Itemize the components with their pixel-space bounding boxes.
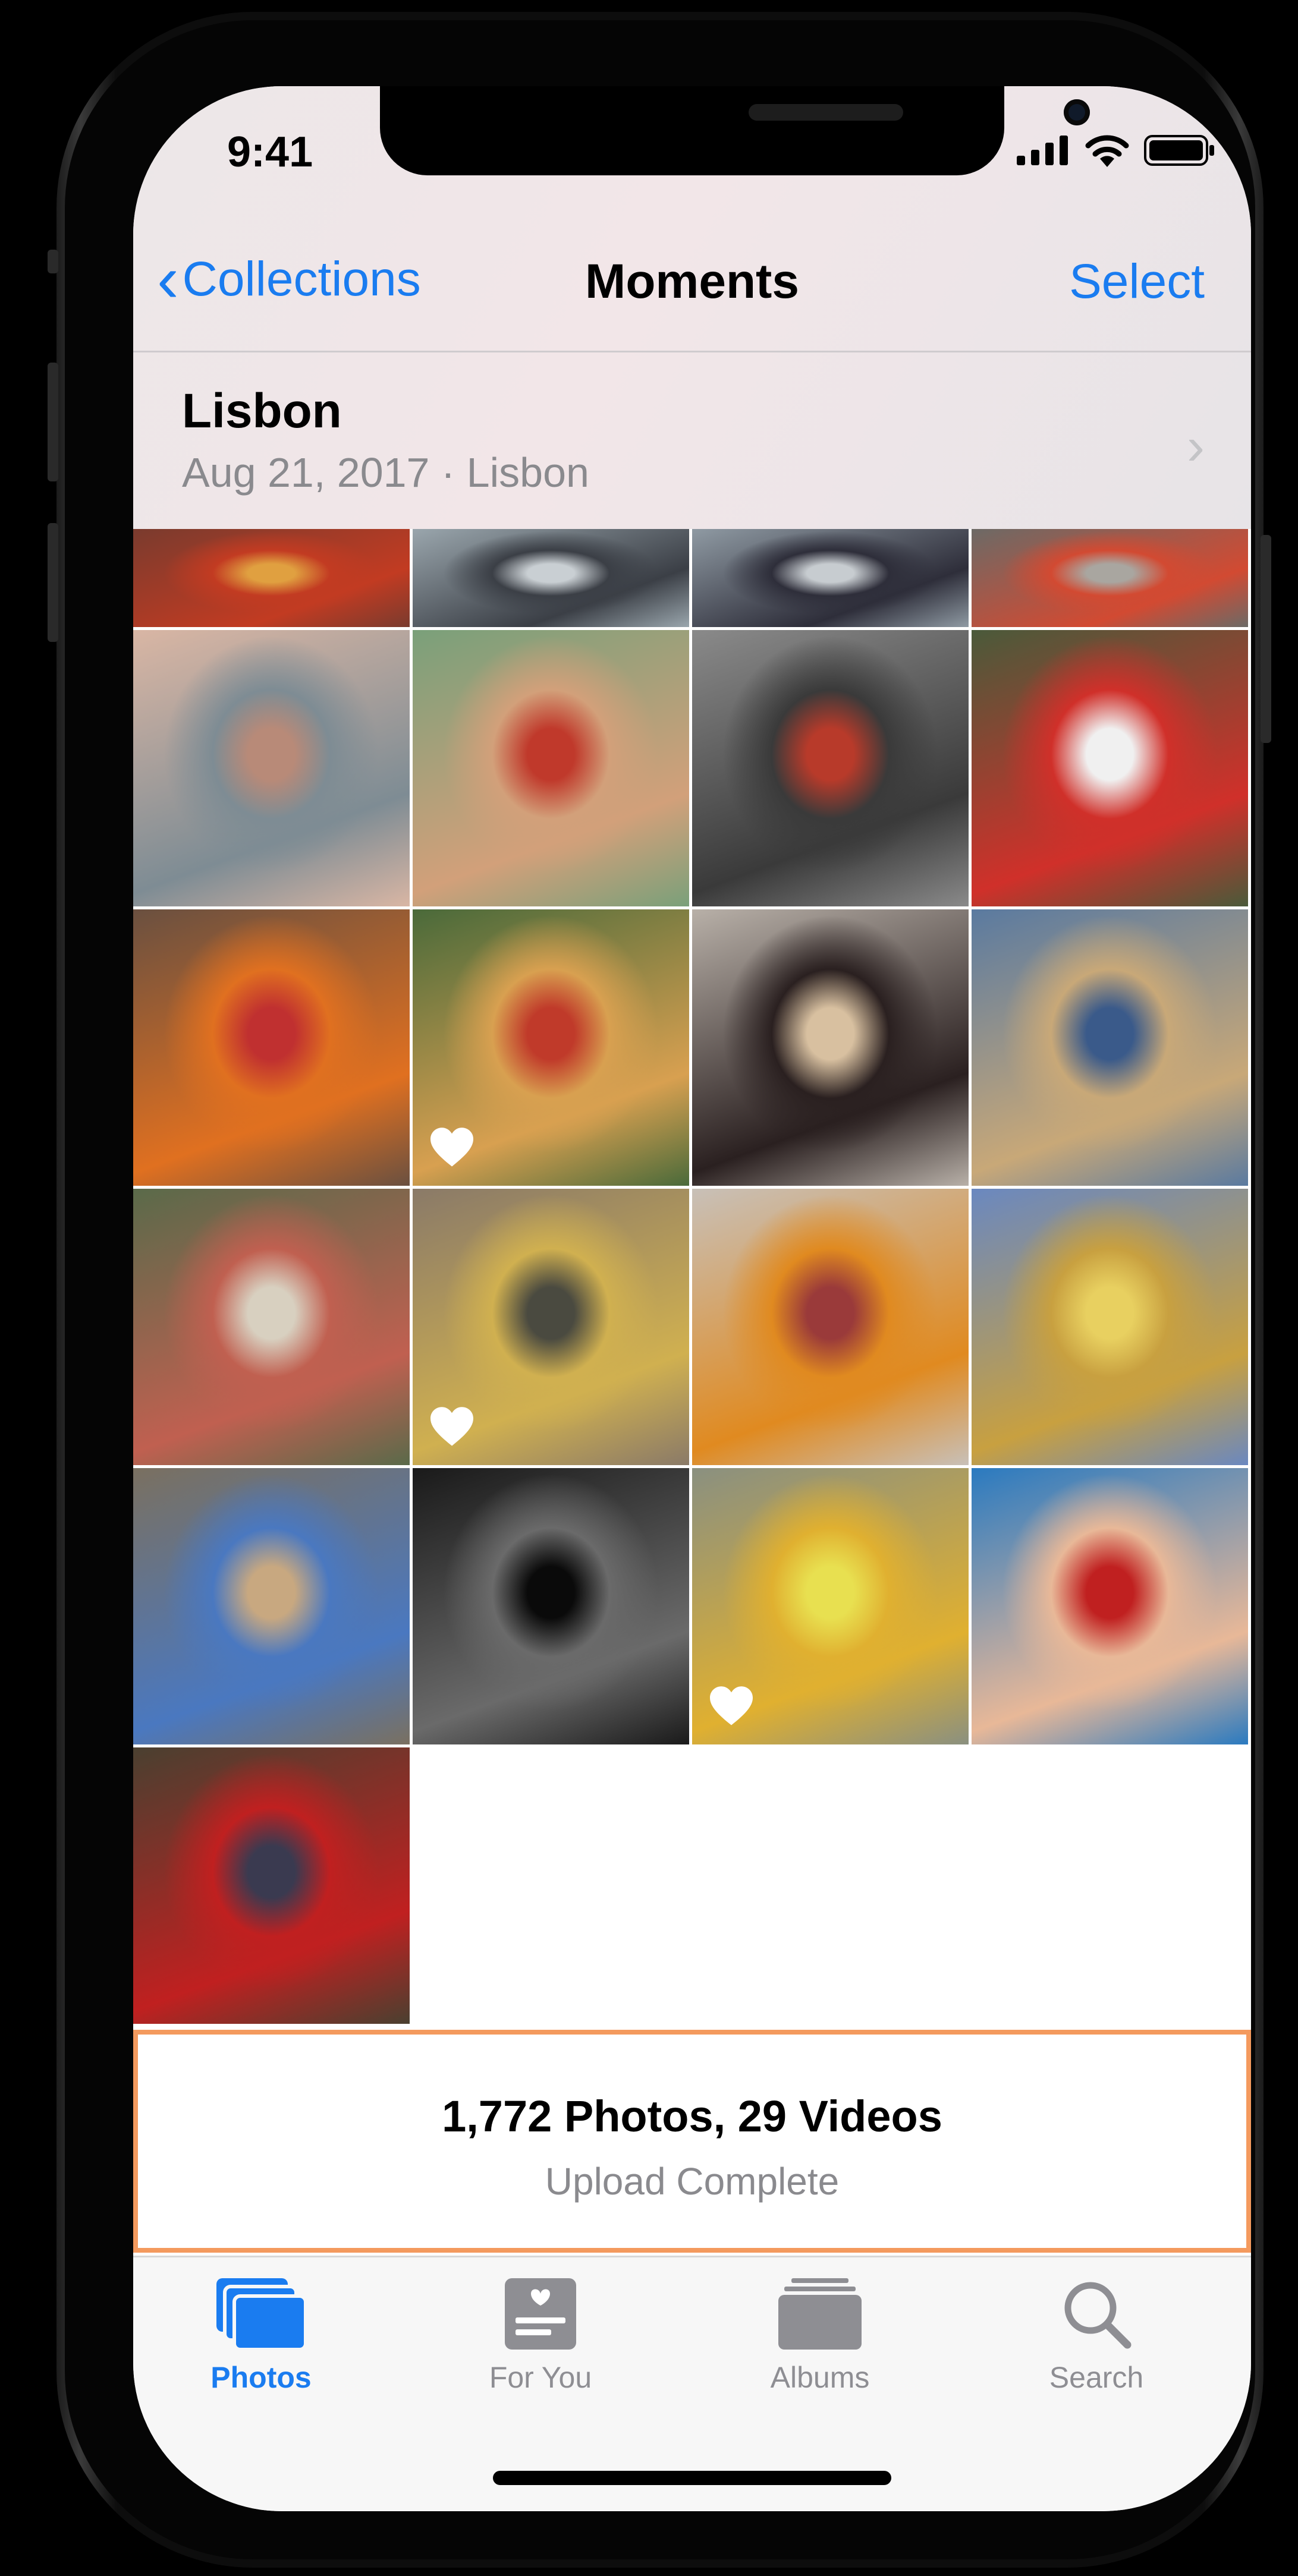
- photo-thumbnail[interactable]: [692, 1189, 969, 1465]
- tab-for-you[interactable]: For You: [451, 2278, 630, 2395]
- header-divider: [133, 351, 1251, 352]
- photo-thumbnail[interactable]: [133, 529, 410, 627]
- home-indicator[interactable]: [493, 2471, 891, 2485]
- tab-albums[interactable]: Albums: [731, 2278, 909, 2395]
- favorite-heart-icon: [430, 1128, 473, 1167]
- photo-thumbnail[interactable]: [692, 1468, 969, 1744]
- signal-icon: [1017, 136, 1068, 165]
- for-you-icon: [505, 2278, 576, 2350]
- photo-thumbnail[interactable]: [413, 630, 689, 906]
- photos-icon: [216, 2278, 306, 2350]
- photo-thumbnail[interactable]: [133, 1747, 410, 2024]
- photo-thumbnail[interactable]: [133, 1189, 410, 1465]
- tab-search[interactable]: Search: [1007, 2278, 1186, 2395]
- photo-thumbnail[interactable]: [413, 1468, 689, 1744]
- power-button: [1261, 535, 1271, 743]
- photo-thumbnail[interactable]: [413, 909, 689, 1186]
- tab-label-albums: Albums: [770, 2361, 870, 2394]
- upload-status: Upload Complete: [545, 2160, 840, 2203]
- photo-thumbnail[interactable]: [413, 529, 689, 627]
- photo-thumbnail[interactable]: [692, 630, 969, 906]
- photo-thumbnail[interactable]: [692, 529, 969, 627]
- moment-subtitle: Aug 21, 2017 · Lisbon: [182, 449, 589, 496]
- volume-up-button: [48, 363, 58, 481]
- favorite-heart-icon: [430, 1407, 473, 1446]
- photo-thumbnail[interactable]: [692, 909, 969, 1186]
- search-icon: [1064, 2282, 1132, 2349]
- status-icons: [1017, 134, 1215, 167]
- photo-thumbnail[interactable]: [413, 1189, 689, 1465]
- tab-label-search: Search: [1049, 2361, 1144, 2394]
- chevron-right-icon: ›: [1187, 417, 1205, 476]
- library-count: 1,772 Photos, 29 Videos: [442, 2092, 942, 2141]
- favorite-heart-icon: [710, 1686, 753, 1725]
- albums-icon: [778, 2278, 862, 2350]
- photo-thumbnail[interactable]: [133, 630, 410, 906]
- status-time: 9:41: [227, 128, 313, 176]
- battery-icon: [1144, 135, 1214, 166]
- wifi-icon: [1085, 135, 1129, 167]
- photo-thumbnail[interactable]: [972, 529, 1248, 627]
- photo-thumbnail[interactable]: [133, 909, 410, 1186]
- moment-title: Lisbon: [182, 384, 342, 438]
- phone-screen: 9:41 ‹ Collections Moments Select Lisbon…: [133, 86, 1251, 2511]
- photo-thumbnail[interactable]: [133, 1468, 410, 1744]
- device-notch: [380, 86, 1090, 175]
- photo-thumbnail[interactable]: [972, 909, 1248, 1186]
- photo-thumbnail[interactable]: [972, 1468, 1248, 1744]
- tab-label-for-you: For You: [489, 2361, 592, 2394]
- tab-label-photos: Photos: [210, 2361, 312, 2394]
- library-summary: 1,772 Photos, 29 Videos Upload Complete: [133, 2030, 1251, 2253]
- select-button[interactable]: Select: [1069, 254, 1205, 310]
- photo-thumbnail[interactable]: [972, 630, 1248, 906]
- tab-photos[interactable]: Photos: [172, 2278, 350, 2395]
- volume-down-button: [48, 523, 58, 642]
- mute-switch: [48, 250, 58, 273]
- photo-thumbnail[interactable]: [972, 1189, 1248, 1465]
